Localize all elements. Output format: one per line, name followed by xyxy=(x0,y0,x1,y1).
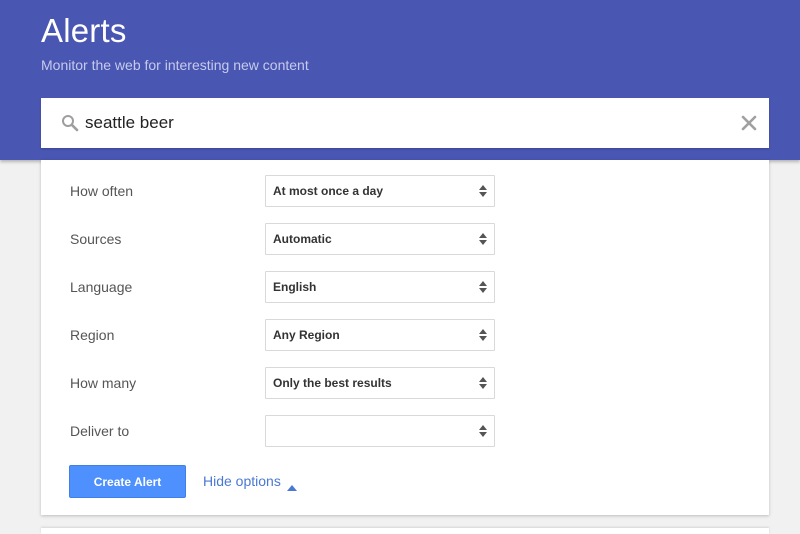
sources-label: Sources xyxy=(70,231,122,247)
sources-value: Automatic xyxy=(273,232,332,246)
select-arrows-icon xyxy=(478,424,488,438)
region-select[interactable]: Any Region xyxy=(265,319,495,351)
page-title: Alerts xyxy=(41,12,127,49)
search-bar[interactable]: seattle beer xyxy=(41,98,769,148)
caret-up-icon[interactable] xyxy=(287,478,297,491)
language-select[interactable]: English xyxy=(265,271,495,303)
select-arrows-icon xyxy=(478,376,488,390)
deliver-to-select[interactable] xyxy=(265,415,495,447)
language-value: English xyxy=(273,280,317,294)
how-often-value: At most once a day xyxy=(273,184,384,198)
search-icon xyxy=(61,114,79,132)
next-card-edge xyxy=(41,528,769,534)
language-label: Language xyxy=(70,279,133,295)
how-many-value: Only the best results xyxy=(273,376,392,390)
region-value: Any Region xyxy=(273,328,340,342)
hide-options-link[interactable]: Hide options xyxy=(203,473,281,489)
search-input[interactable]: seattle beer xyxy=(85,113,174,133)
select-arrows-icon xyxy=(478,232,488,246)
alert-options-panel: How often At most once a day Sources Aut… xyxy=(41,160,769,515)
how-many-label: How many xyxy=(70,375,137,391)
create-alert-button[interactable]: Create Alert xyxy=(69,465,186,498)
how-often-label: How often xyxy=(70,183,134,199)
select-arrows-icon xyxy=(478,280,488,294)
sources-select[interactable]: Automatic xyxy=(265,223,495,255)
select-arrows-icon xyxy=(478,184,488,198)
region-label: Region xyxy=(70,327,115,343)
how-often-select[interactable]: At most once a day xyxy=(265,175,495,207)
deliver-to-label: Deliver to xyxy=(70,423,130,439)
select-arrows-icon xyxy=(478,328,488,342)
close-icon[interactable] xyxy=(741,115,757,131)
how-many-select[interactable]: Only the best results xyxy=(265,367,495,399)
page-subtitle: Monitor the web for interesting new cont… xyxy=(41,57,309,73)
